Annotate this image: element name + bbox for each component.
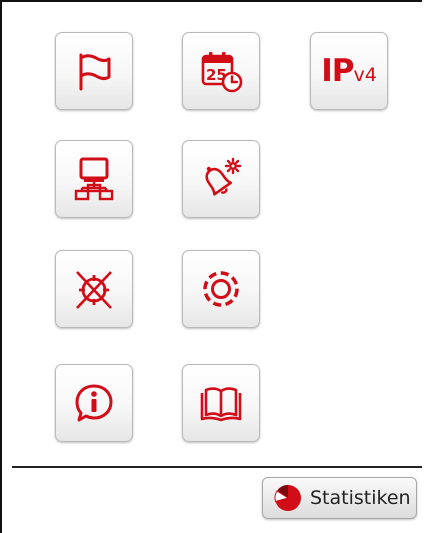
pie-chart-icon bbox=[274, 484, 301, 511]
flag-button[interactable] bbox=[55, 32, 133, 110]
schedule-button[interactable]: 25 bbox=[182, 32, 260, 110]
network-button[interactable] bbox=[55, 140, 133, 218]
ipv4-version-text: v4 bbox=[353, 64, 377, 86]
ipv4-main-text: IP bbox=[321, 53, 354, 89]
ipv4-icon: IP v4 bbox=[321, 53, 377, 89]
crossed-target-icon bbox=[76, 271, 112, 309]
ipv4-button[interactable]: IP v4 bbox=[310, 32, 388, 110]
info-button[interactable] bbox=[55, 364, 133, 442]
statistics-button[interactable]: Statistiken bbox=[262, 477, 417, 519]
flag-icon bbox=[79, 53, 111, 91]
info-icon bbox=[75, 384, 113, 422]
statistics-button-label: Statistiken bbox=[310, 487, 411, 509]
alarm-bell-settings-icon bbox=[205, 157, 242, 196]
open-book-icon bbox=[200, 387, 242, 422]
disable-target-button[interactable] bbox=[55, 250, 133, 328]
calendar-clock-icon: 25 bbox=[201, 52, 243, 93]
alarm-settings-button[interactable] bbox=[182, 140, 260, 218]
manual-button[interactable] bbox=[182, 364, 260, 442]
footer-divider bbox=[12, 466, 422, 468]
loading-button[interactable] bbox=[182, 250, 260, 328]
dashed-circle-icon bbox=[203, 271, 239, 307]
network-computer-icon bbox=[74, 157, 114, 201]
